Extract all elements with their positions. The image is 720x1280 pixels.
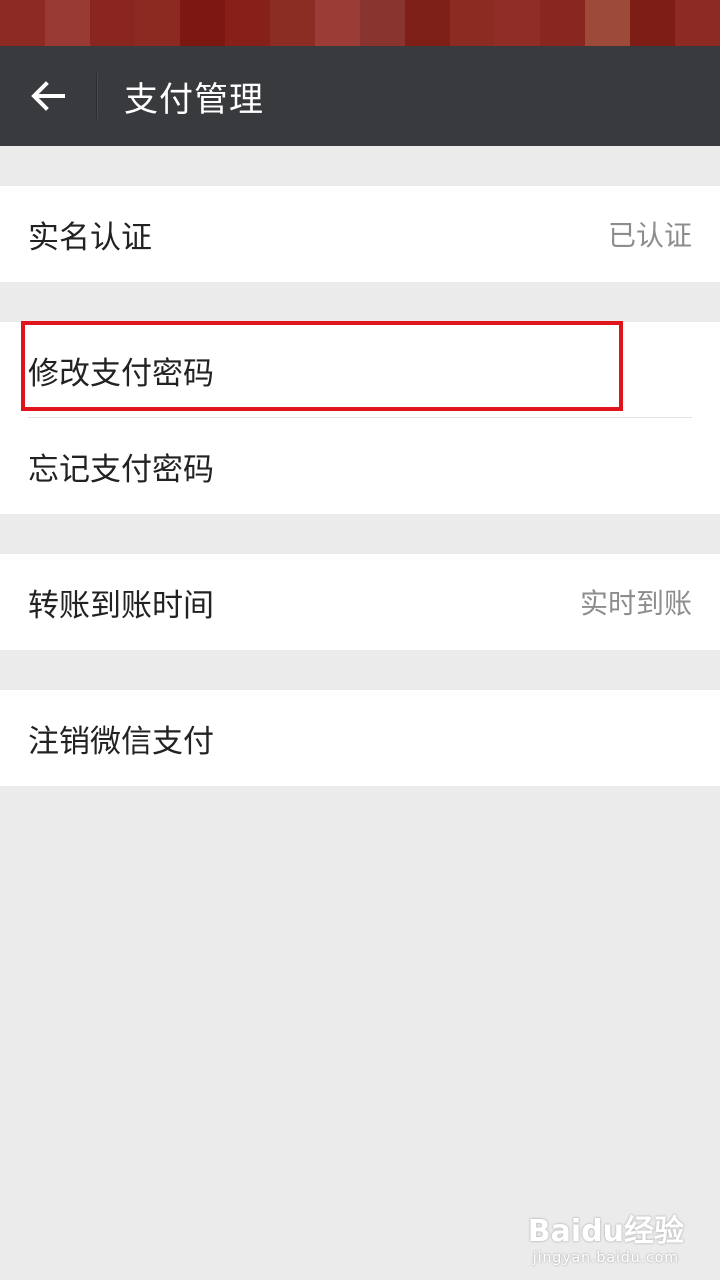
status-bar-block: [405, 0, 450, 46]
status-bar-block: [225, 0, 270, 46]
group-transfer: 转账到账时间 实时到账: [0, 554, 720, 650]
watermark-brand: Baidu经验: [527, 1214, 684, 1249]
group-cancel: 注销微信支付: [0, 690, 720, 786]
watermark-logo: Baidu经验 jingyan.baidu.com: [528, 1206, 684, 1266]
status-bar-block: [675, 0, 720, 46]
status-bar-block: [450, 0, 495, 46]
list-item-transfer-arrival-time[interactable]: 转账到账时间 实时到账: [0, 554, 720, 650]
status-bar-block: [180, 0, 225, 46]
item-label: 实名认证: [28, 219, 152, 256]
back-button[interactable]: [0, 46, 96, 146]
list-item-forgot-pay-password[interactable]: 忘记支付密码: [0, 418, 720, 514]
group-password: 修改支付密码 忘记支付密码: [0, 322, 720, 514]
status-bar-block: [360, 0, 405, 46]
item-label: 修改支付密码: [28, 355, 214, 392]
status-bar-block: [45, 0, 90, 46]
status-bar-block: [540, 0, 585, 46]
item-label: 注销微信支付: [28, 723, 214, 760]
status-bar-block: [270, 0, 315, 46]
status-bar-block: [585, 0, 630, 46]
status-bar-block: [315, 0, 360, 46]
group-real-name: 实名认证 已认证: [0, 186, 720, 282]
status-bar-block: [0, 0, 45, 46]
list-item-change-pay-password[interactable]: 修改支付密码: [0, 322, 720, 418]
status-bar-block: [90, 0, 135, 46]
nav-bar: 支付管理: [0, 46, 720, 146]
list-item-cancel-wechat-pay[interactable]: 注销微信支付: [0, 690, 720, 786]
list-item-real-name-auth[interactable]: 实名认证 已认证: [0, 186, 720, 282]
item-label: 忘记支付密码: [28, 451, 214, 488]
status-bar-block: [495, 0, 540, 46]
status-bar: [0, 0, 720, 46]
item-value: 实时到账: [579, 587, 692, 620]
arrow-left-icon: [30, 81, 66, 111]
status-bar-block: [135, 0, 180, 46]
item-value: 已认证: [607, 219, 692, 252]
nav-divider: [96, 73, 98, 119]
page-title: 支付管理: [124, 79, 264, 120]
item-label: 转账到账时间: [28, 587, 214, 624]
watermark-url: jingyan.baidu.com: [532, 1250, 679, 1266]
status-bar-block: [630, 0, 675, 46]
